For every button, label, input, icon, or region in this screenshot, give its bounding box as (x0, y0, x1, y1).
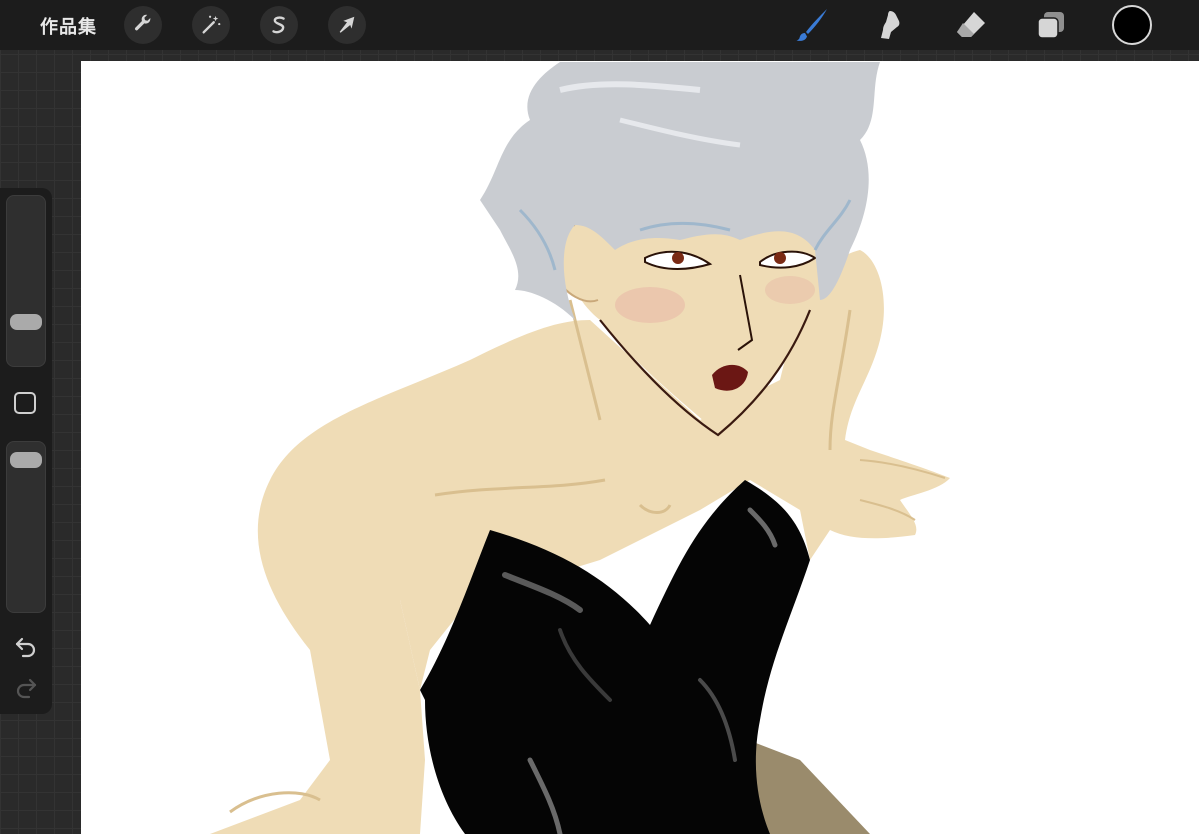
brush-icon (796, 9, 827, 41)
drawing-canvas[interactable] (81, 61, 1199, 834)
arrow-cursor-icon (339, 16, 355, 33)
transform-button[interactable] (328, 6, 366, 44)
layers-button[interactable] (1031, 6, 1071, 44)
artwork-illustration (210, 62, 950, 834)
actions-button[interactable] (124, 6, 162, 44)
top-toolbar: 作品集 (0, 0, 1199, 50)
square-modify-icon[interactable] (14, 392, 36, 414)
eraser-icon (957, 12, 985, 37)
undo-icon (15, 637, 36, 658)
wrench-icon (134, 14, 151, 31)
layers-icon (1037, 12, 1064, 39)
undo-button[interactable] (13, 635, 39, 659)
adjustments-button[interactable] (192, 6, 230, 44)
procreate-app: 作品集 (0, 0, 1199, 834)
redo-button[interactable] (13, 676, 39, 700)
selection-s-icon (272, 16, 285, 34)
magic-wand-icon (202, 15, 221, 34)
opacity-thumb[interactable] (10, 452, 42, 469)
brush-size-thumb[interactable] (10, 314, 42, 331)
brush-size-slider[interactable] (6, 195, 46, 367)
opacity-slider[interactable] (6, 441, 46, 613)
selection-button[interactable] (260, 6, 298, 44)
left-sidebar (0, 188, 52, 714)
brush-tool-button[interactable] (792, 6, 832, 44)
smudge-finger-icon (881, 11, 900, 39)
gallery-button[interactable]: 作品集 (40, 13, 97, 39)
smudge-tool-button[interactable] (870, 6, 910, 44)
color-picker-button[interactable] (1112, 5, 1152, 45)
eraser-tool-button[interactable] (951, 6, 991, 44)
redo-icon (16, 678, 37, 699)
